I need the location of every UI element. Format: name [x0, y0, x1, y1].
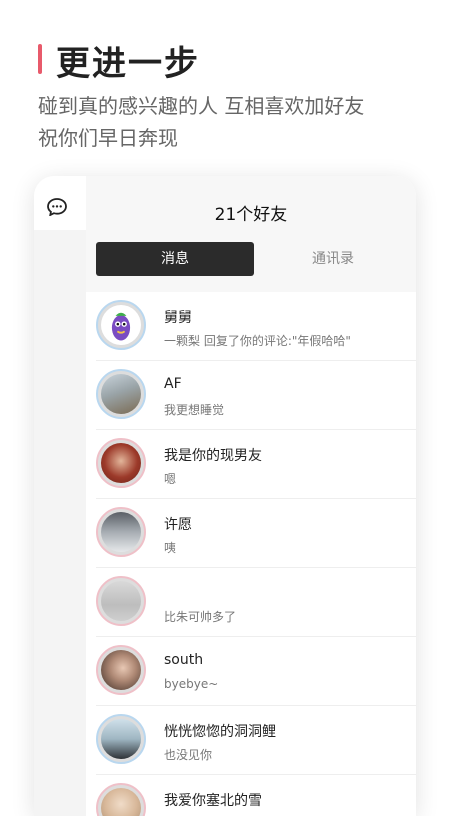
friend-last-message: 嗯 — [164, 472, 177, 486]
avatar — [96, 714, 146, 764]
friends-count-title: 21个好友 — [214, 205, 288, 225]
friend-last-message: 我更想睡觉 — [164, 403, 225, 417]
friend-name: AF — [164, 376, 182, 392]
friends-header: 21个好友 消息 通讯录 — [86, 176, 416, 292]
friend-last-message: 也没见你 — [164, 748, 213, 762]
hero-subtitle: 碰到真的感兴趣的人 互相喜欢加好友 祝你们早日奔现 — [38, 90, 364, 154]
friend-row-boyfriend[interactable]: 我是你的现男友 嗯 — [86, 430, 416, 499]
avatar — [96, 507, 146, 557]
friend-last-message: 比朱可帅多了 — [164, 610, 237, 624]
photo-avatar-image — [101, 443, 141, 483]
photo-avatar-image — [101, 788, 141, 816]
hero-accent-bar — [38, 44, 42, 74]
photo-avatar-image — [101, 719, 141, 759]
left-rail — [34, 176, 86, 816]
avatar — [96, 438, 146, 488]
photo-avatar-image — [101, 512, 141, 552]
friend-row-jiujiu[interactable]: 舅舅 一颗梨 回复了你的评论:"年假哈哈" — [86, 292, 416, 361]
tab-messages[interactable]: 消息 — [96, 242, 254, 276]
avatar — [96, 369, 146, 419]
avatar — [96, 576, 146, 626]
friend-row-unnamed[interactable]: 比朱可帅多了 — [86, 568, 416, 637]
friend-row-south[interactable]: south byebye~ — [86, 637, 416, 706]
photo-avatar-image — [101, 374, 141, 414]
friend-last-message: 咦 — [164, 541, 177, 555]
friend-name: 许愿 — [164, 517, 192, 533]
eggplant-avatar-icon — [101, 305, 141, 345]
friend-last-message: 一颗梨 回复了你的评论:"年假哈哈" — [164, 334, 351, 348]
hero-title: 更进一步 — [56, 44, 200, 84]
friend-name: 恍恍惚惚的洞洞鲤 — [164, 724, 276, 740]
friend-name: south — [164, 652, 204, 668]
segmented-control: 消息 通讯录 — [96, 242, 412, 276]
tab-contacts[interactable]: 通讯录 — [254, 242, 412, 276]
friend-name: 我爱你塞北的雪 — [164, 793, 262, 809]
left-rail-top — [34, 176, 86, 230]
friend-row-dongdongli[interactable]: 恍恍惚惚的洞洞鲤 也没见你 — [86, 706, 416, 775]
avatar — [96, 300, 146, 350]
friend-row-saibei[interactable]: 我爱你塞北的雪 — [86, 775, 416, 816]
photo-avatar-image — [101, 650, 141, 690]
friend-list: 舅舅 一颗梨 回复了你的评论:"年假哈哈" AF 我更想睡觉 我是你的现男友 嗯 — [86, 292, 416, 816]
avatar — [96, 645, 146, 695]
hero-subtitle-line-1: 碰到真的感兴趣的人 互相喜欢加好友 — [38, 94, 365, 118]
phone-card: 21个好友 消息 通讯录 舅舅 一颗梨 回复了你的评论:"年假哈哈" AF 我更… — [34, 176, 416, 816]
friend-last-message: byebye~ — [164, 677, 219, 691]
photo-avatar-image — [101, 581, 141, 621]
hero-subtitle-line-2: 祝你们早日奔现 — [38, 126, 178, 150]
friend-name: 我是你的现男友 — [164, 448, 262, 464]
friend-name: 舅舅 — [164, 310, 192, 326]
friend-row-af[interactable]: AF 我更想睡觉 — [86, 361, 416, 430]
friend-row-xuyuan[interactable]: 许愿 咦 — [86, 499, 416, 568]
chat-bubble-icon[interactable] — [47, 198, 67, 216]
